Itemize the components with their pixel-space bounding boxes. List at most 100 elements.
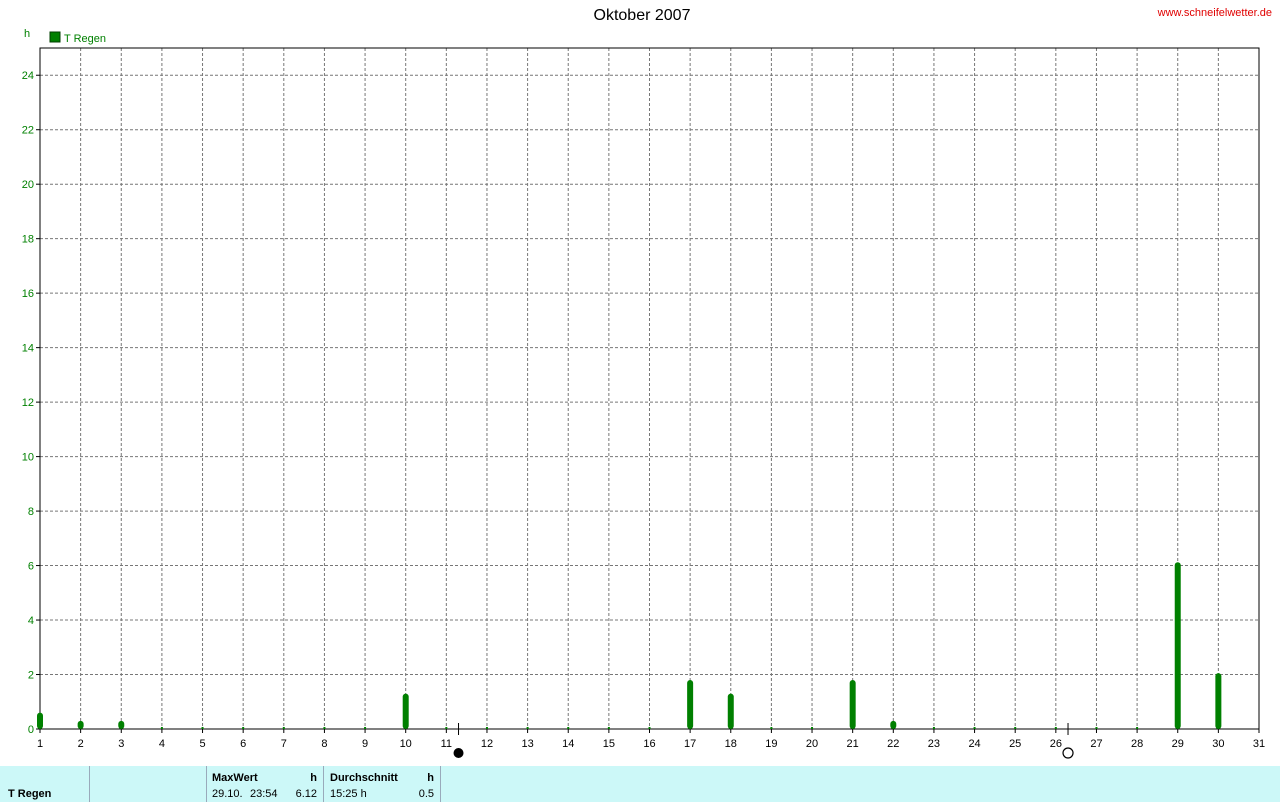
rain-bar-zero — [160, 727, 163, 729]
rain-bar-zero — [1136, 727, 1139, 729]
y-unit-label: h — [24, 28, 30, 40]
x-tick-label: 9 — [362, 738, 368, 750]
rain-bar — [402, 693, 409, 729]
new-moon-icon — [453, 748, 464, 758]
x-tick-label: 11 — [441, 738, 452, 750]
x-tick-label: 10 — [400, 738, 412, 750]
rain-bar-zero — [445, 727, 448, 729]
x-tick-label: 2 — [78, 738, 84, 750]
y-tick-label: 20 — [22, 179, 34, 191]
rain-bar-zero — [485, 727, 488, 729]
rain-bar-zero — [201, 727, 204, 729]
x-tick-label: 14 — [562, 738, 574, 750]
x-axis: 1 2 3 4 5 6 7 8 9 10 11 12 13 14 15 16 17 18 19 20 21 22 23 24 2… — [37, 729, 1265, 750]
rain-bar-zero — [973, 727, 976, 729]
full-moon-icon — [1062, 747, 1074, 759]
avg-header: Durchschnitt — [330, 772, 398, 784]
x-tick-label: 16 — [643, 738, 655, 750]
rain-bar — [1215, 673, 1222, 729]
stats-panel: T Regen MaxWert h 29.10. 23:54 6.12 Durc… — [0, 766, 1280, 802]
rain-bar — [118, 720, 125, 729]
rain-bar-zero — [1054, 727, 1057, 729]
y-tick-label: 4 — [28, 615, 34, 627]
x-tick-label: 6 — [240, 738, 246, 750]
x-tick-label: 22 — [887, 738, 899, 750]
rain-bar-zero — [526, 727, 529, 729]
avg-time: 15:25 h — [330, 788, 367, 800]
x-tick-label: 17 — [684, 738, 696, 750]
x-tick-label: 18 — [725, 738, 737, 750]
chart-title: Oktober 2007 — [594, 7, 691, 24]
stats-series-label: T Regen — [8, 788, 52, 800]
y-tick-label: 16 — [22, 288, 34, 300]
y-tick-label: 24 — [22, 70, 34, 82]
rain-bar — [849, 679, 856, 729]
y-tick-label: 18 — [22, 234, 34, 246]
x-tick-label: 19 — [765, 738, 777, 750]
max-time: 23:54 — [250, 788, 278, 800]
rain-bar-zero — [282, 727, 285, 729]
x-tick-label: 23 — [928, 738, 940, 750]
max-value: 6.12 — [295, 788, 317, 800]
grid-lines — [40, 48, 1259, 729]
x-tick-label: 28 — [1131, 738, 1143, 750]
y-tick-label: 14 — [22, 343, 34, 355]
y-tick-label: 0 — [28, 724, 34, 736]
x-tick-label: 4 — [159, 738, 165, 750]
rain-bar-zero — [1014, 727, 1017, 729]
x-tick-label: 24 — [968, 738, 980, 750]
legend-label: T Regen — [64, 33, 106, 45]
website-label: www.schneifelwetter.de — [1157, 7, 1272, 19]
rain-bar — [727, 693, 734, 729]
max-date: 29.10. — [212, 788, 243, 800]
stats-max-cell: MaxWert h 29.10. 23:54 6.12 — [207, 766, 324, 802]
rain-bar-zero — [1095, 727, 1098, 729]
x-tick-label: 12 — [481, 738, 493, 750]
avg-value: 0.5 — [418, 788, 434, 800]
rain-bar — [37, 712, 43, 729]
x-tick-label: 30 — [1212, 738, 1224, 750]
x-tick-label: 1 — [37, 738, 43, 750]
x-tick-label: 27 — [1090, 738, 1102, 750]
rain-bar-zero — [811, 727, 814, 729]
x-tick-label: 13 — [521, 738, 533, 750]
x-tick-label: 7 — [281, 738, 287, 750]
y-tick-label: 6 — [28, 561, 34, 573]
legend-swatch — [49, 31, 61, 43]
rain-bar-zero — [607, 727, 610, 729]
rain-bar-zero — [770, 727, 773, 729]
bar-series — [37, 562, 1222, 729]
rain-bar — [687, 679, 694, 729]
x-tick-label: 25 — [1009, 738, 1021, 750]
x-tick-label: 21 — [847, 738, 859, 750]
x-tick-label: 3 — [118, 738, 124, 750]
stats-avg-cell: Durchschnitt h 15:25 h 0.5 — [324, 766, 441, 802]
max-header: MaxWert — [212, 772, 258, 784]
x-tick-label: 5 — [199, 738, 205, 750]
y-tick-label: 2 — [28, 670, 34, 682]
rain-bar-zero — [323, 727, 326, 729]
x-tick-label: 8 — [321, 738, 327, 750]
y-tick-label: 22 — [22, 125, 34, 137]
rain-bar-zero — [932, 727, 935, 729]
rain-bar-zero — [648, 727, 651, 729]
rain-chart: Oktober 2007 www.schneifelwetter.de h T … — [22, 7, 1272, 759]
x-tick-label: 31 — [1253, 738, 1265, 750]
avg-unit: h — [427, 772, 434, 784]
y-tick-label: 10 — [22, 452, 34, 464]
rain-bar-zero — [242, 727, 245, 729]
stats-empty-cell — [90, 766, 207, 802]
y-tick-label: 12 — [22, 397, 34, 409]
rain-bar-zero — [364, 727, 367, 729]
rain-bar — [1174, 562, 1181, 729]
rain-bar-zero — [567, 727, 570, 729]
stats-series-cell: T Regen — [0, 766, 90, 802]
max-unit: h — [310, 772, 317, 784]
rain-bar — [77, 720, 84, 729]
x-tick-label: 26 — [1050, 738, 1062, 750]
rain-bar — [890, 720, 897, 729]
x-tick-label: 29 — [1172, 738, 1184, 750]
x-tick-label: 20 — [806, 738, 818, 750]
y-axis: 024681012141618202224 — [22, 70, 40, 736]
x-tick-label: 15 — [603, 738, 615, 750]
